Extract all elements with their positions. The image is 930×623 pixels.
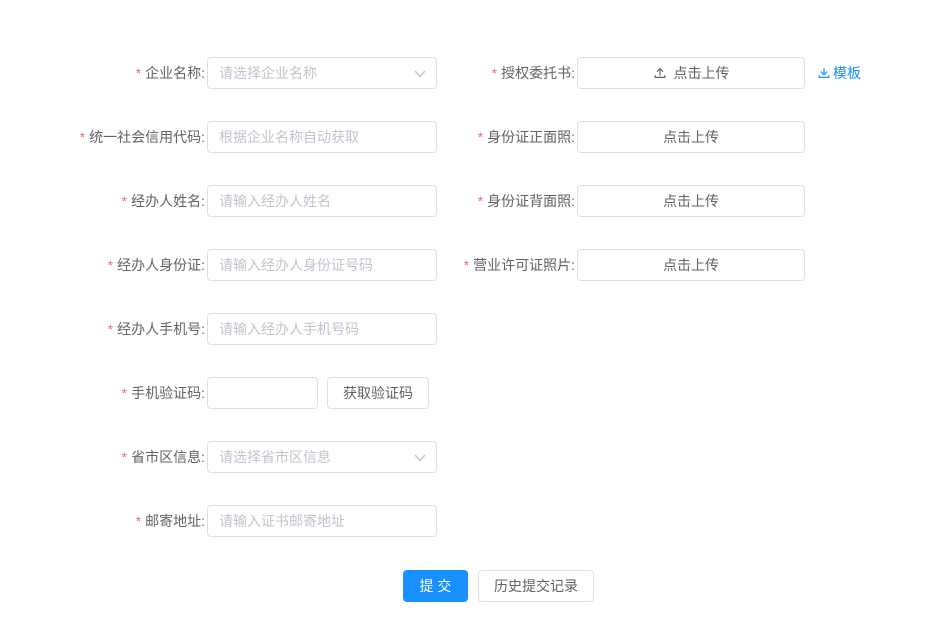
field-label: *经办人手机号: [0, 313, 205, 345]
handler-phone-input[interactable] [207, 313, 437, 345]
download-icon [817, 66, 831, 80]
form-actions: 提 交 历史提交记录 [403, 570, 594, 602]
field-label-text: 身份证背面照: [487, 193, 575, 209]
mailing-address-input[interactable] [207, 505, 437, 537]
field-label: *营业许可证照片: [0, 249, 575, 281]
field-control [207, 505, 437, 537]
form-row-auth-letter: *授权委托书: 点击上传 模板 [0, 57, 861, 89]
required-mark: * [136, 513, 141, 529]
upload-id-back-button[interactable]: 点击上传 [577, 185, 805, 217]
field-label-text: 手机验证码: [131, 385, 205, 401]
upload-business-license-button[interactable]: 点击上传 [577, 249, 805, 281]
field-label-text: 省市区信息: [131, 449, 205, 465]
region-select[interactable]: 请选择省市区信息 [207, 441, 437, 473]
field-label-text: 营业许可证照片: [473, 257, 575, 273]
upload-id-front-button[interactable]: 点击上传 [577, 121, 805, 153]
required-mark: * [122, 385, 127, 401]
required-mark: * [122, 449, 127, 465]
form-row-business-license: *营业许可证照片: 点击上传 [0, 249, 861, 281]
field-control [207, 313, 437, 345]
template-link-label: 模板 [833, 63, 861, 83]
form-right-column: *授权委托书: 点击上传 模板 *身份证正面照: 点击上传 *身份证背面照: [0, 57, 861, 313]
form-row-mailing-address: *邮寄地址: [0, 505, 437, 537]
sms-code-input[interactable] [207, 377, 318, 409]
form-row-region: *省市区信息: 请选择省市区信息 [0, 441, 437, 473]
select-placeholder: 请选择省市区信息 [219, 447, 331, 467]
upload-auth-letter-button[interactable]: 点击上传 [577, 57, 805, 89]
chevron-down-icon [414, 454, 426, 462]
field-control: 点击上传 [577, 185, 805, 217]
field-label-text: 身份证正面照: [487, 129, 575, 145]
field-label-text: 邮寄地址: [145, 513, 205, 529]
required-mark: * [492, 65, 497, 81]
submit-button[interactable]: 提 交 [403, 570, 468, 602]
template-download-link[interactable]: 模板 [817, 63, 861, 83]
required-mark: * [464, 257, 469, 273]
form-row-id-front: *身份证正面照: 点击上传 [0, 121, 861, 153]
field-label: *邮寄地址: [0, 505, 205, 537]
upload-button-label: 点击上传 [663, 127, 719, 147]
form-row-handler-phone: *经办人手机号: [0, 313, 437, 345]
field-label-text: 授权委托书: [501, 65, 575, 81]
field-label: *省市区信息: [0, 441, 205, 473]
field-label: *身份证背面照: [0, 185, 575, 217]
enterprise-certificate-form-page: *企业名称: 请选择企业名称 *统一社会信用代码: *经办人姓名: *经办人身份… [0, 0, 930, 623]
upload-icon [653, 66, 667, 80]
required-mark: * [478, 193, 483, 209]
field-label-text: 经办人手机号: [117, 321, 205, 337]
upload-button-label: 点击上传 [674, 63, 730, 83]
field-label: *手机验证码: [0, 377, 205, 409]
upload-button-label: 点击上传 [663, 191, 719, 211]
field-control: 请选择省市区信息 [207, 441, 437, 473]
required-mark: * [108, 321, 113, 337]
field-control: 点击上传 [577, 121, 805, 153]
upload-button-label: 点击上传 [663, 255, 719, 275]
form-row-sms-code: *手机验证码: 获取验证码 [0, 377, 437, 409]
field-control: 获取验证码 [207, 377, 429, 409]
field-label: *授权委托书: [0, 57, 575, 89]
required-mark: * [478, 129, 483, 145]
form-row-id-back: *身份证背面照: 点击上传 [0, 185, 861, 217]
field-control: 点击上传 模板 [577, 57, 861, 89]
field-control: 点击上传 [577, 249, 805, 281]
get-sms-code-button[interactable]: 获取验证码 [327, 377, 429, 409]
history-records-button[interactable]: 历史提交记录 [478, 570, 594, 602]
field-label: *身份证正面照: [0, 121, 575, 153]
